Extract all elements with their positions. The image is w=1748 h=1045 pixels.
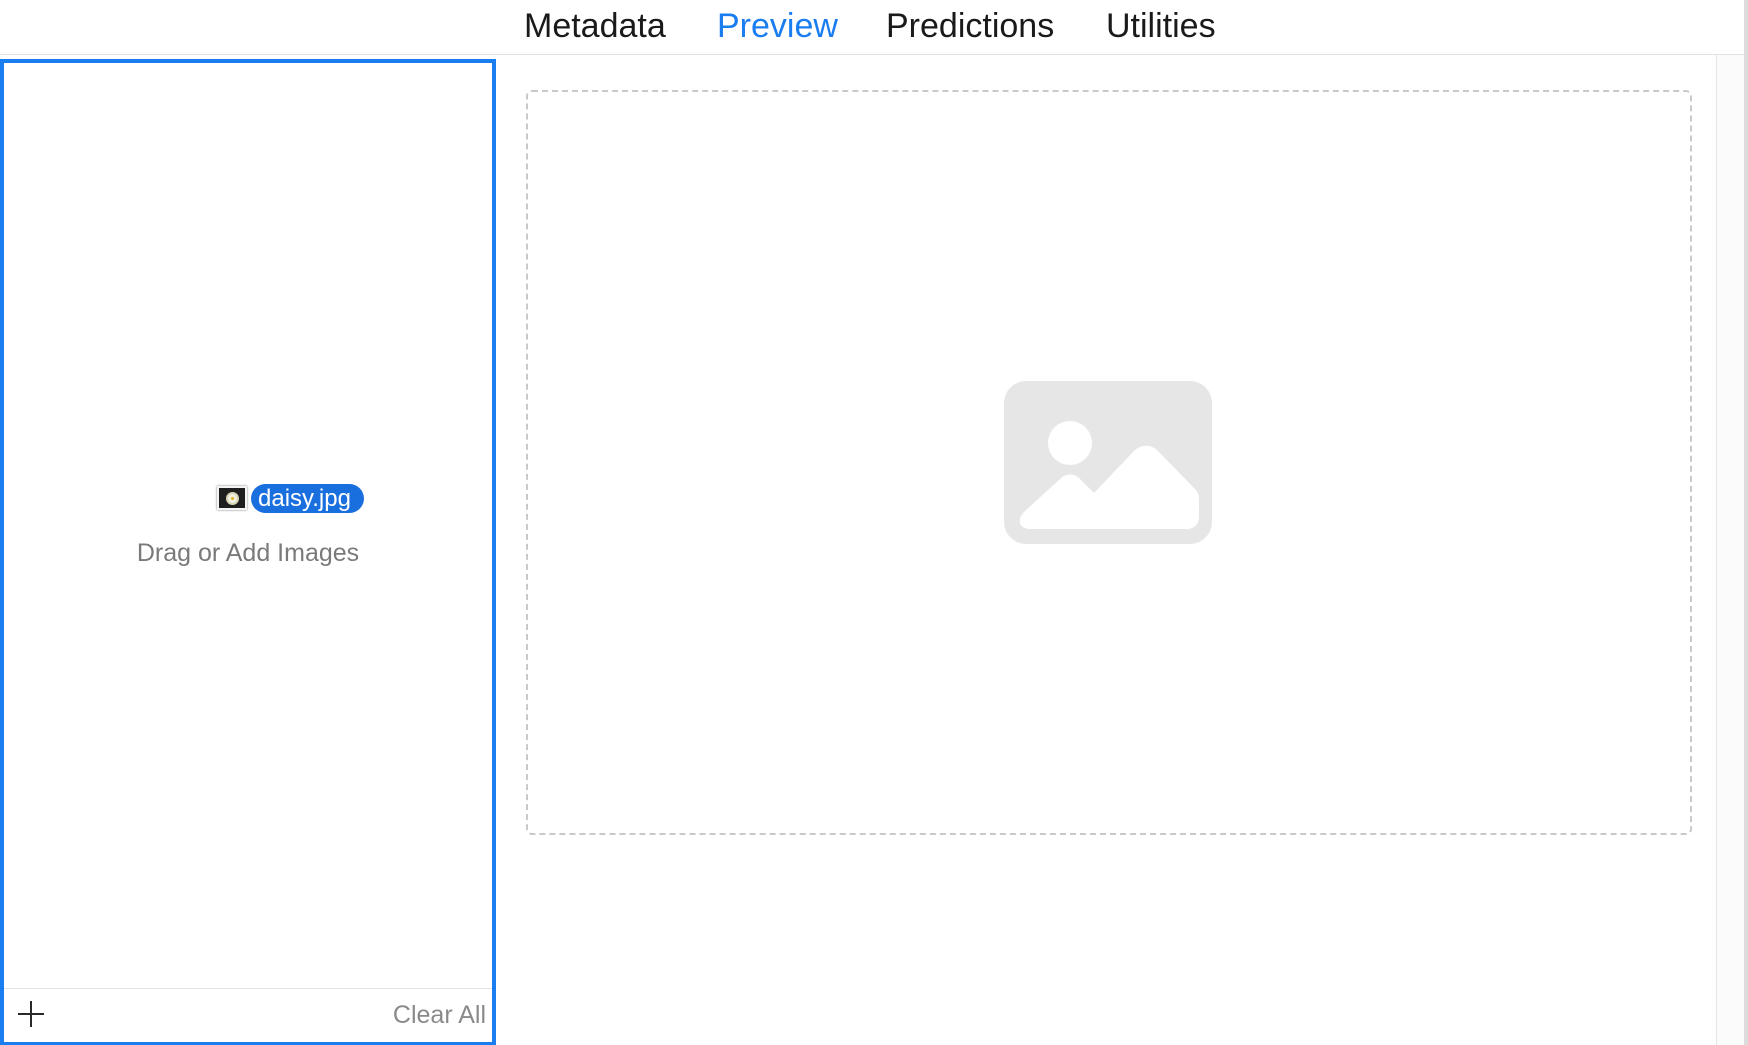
tab-metadata[interactable]: Metadata — [524, 6, 666, 46]
image-thumbnail-icon — [217, 486, 247, 510]
clear-all-button[interactable]: Clear All — [393, 1001, 486, 1030]
image-placeholder-icon — [1004, 381, 1212, 544]
tab-utilities[interactable]: Utilities — [1106, 6, 1216, 46]
tab-preview[interactable]: Preview — [717, 6, 838, 46]
window-edge — [1744, 0, 1748, 1045]
dragged-file[interactable]: daisy.jpg — [217, 483, 364, 513]
app-window: Metadata Preview Predictions Utilities d… — [0, 0, 1748, 1045]
tab-predictions[interactable]: Predictions — [886, 6, 1054, 46]
placeholder-sun — [1048, 421, 1092, 465]
image-list-panel[interactable]: daisy.jpg Drag or Add Images Clear All — [0, 59, 496, 1045]
dragged-file-name: daisy.jpg — [251, 483, 364, 513]
image-list-footer: Clear All — [4, 988, 492, 1042]
plus-icon[interactable] — [16, 999, 46, 1029]
tab-bar: Metadata Preview Predictions Utilities — [0, 0, 1748, 55]
empty-list-hint: Drag or Add Images — [136, 539, 360, 567]
